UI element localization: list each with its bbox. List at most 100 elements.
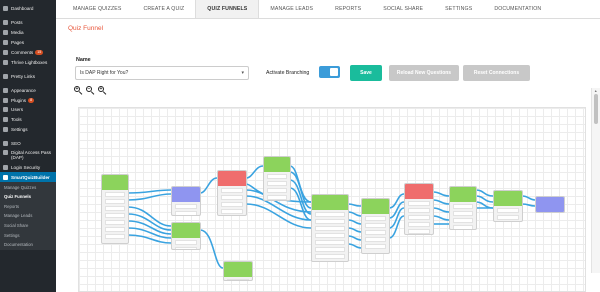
zoom-reset-icon[interactable]: + bbox=[97, 85, 107, 96]
connector bbox=[475, 195, 494, 203]
tab-quiz-funnels[interactable]: QUIZ FUNNELS bbox=[195, 0, 260, 18]
answer-option bbox=[221, 188, 243, 193]
question-node[interactable] bbox=[263, 156, 291, 201]
submenu-manage-leads[interactable]: Manage Leads bbox=[0, 211, 56, 221]
question-node[interactable] bbox=[493, 190, 523, 222]
sidebar-item-users[interactable]: Users bbox=[0, 105, 56, 115]
toggle-knob bbox=[330, 68, 338, 76]
tab-create-a-quiz[interactable]: CREATE A QUIZ bbox=[133, 0, 196, 18]
tab-social-share[interactable]: SOCIAL SHARE bbox=[372, 0, 434, 18]
zoom-out-icon[interactable]: − bbox=[85, 85, 95, 96]
sidebar-item-settings[interactable]: Settings bbox=[0, 125, 56, 135]
sidebar-item-label: Comments bbox=[11, 50, 34, 55]
tab-documentation[interactable]: DOCUMENTATION bbox=[483, 0, 552, 18]
answer-option bbox=[267, 188, 287, 193]
sidebar-item-posts[interactable]: Posts bbox=[0, 18, 56, 28]
sidebar-item-label: Thrive Lightboxes bbox=[11, 59, 48, 65]
connector bbox=[475, 201, 494, 209]
sidebar-item-label: Plugins bbox=[11, 97, 27, 103]
submenu-reports[interactable]: Reports bbox=[0, 202, 56, 212]
connector bbox=[347, 243, 362, 249]
answer-option bbox=[175, 204, 197, 209]
sidebar-item-plugins[interactable]: Plugins 8 bbox=[0, 95, 56, 105]
submenu-settings[interactable]: Settings bbox=[0, 230, 56, 240]
answer-option bbox=[105, 206, 125, 211]
submenu-manage-quizzes[interactable]: Manage Quizzes bbox=[0, 182, 56, 192]
answer-option bbox=[497, 215, 519, 220]
answer-option bbox=[453, 218, 473, 223]
tab-manage-quizzes[interactable]: MANAGE QUIZZES bbox=[62, 0, 133, 18]
node-header bbox=[172, 223, 200, 238]
answer-option bbox=[105, 213, 125, 218]
sidebar-item-dap[interactable]: Digital Access Pass (DAP) bbox=[0, 149, 56, 163]
answer-option bbox=[315, 219, 345, 224]
sidebar-item-smartquizbuilder[interactable]: SmartQuizBuilder bbox=[0, 172, 56, 183]
submenu-documentation[interactable]: Documentation bbox=[0, 240, 56, 250]
seo-icon bbox=[3, 141, 8, 147]
sidebar-item-label: Pretty Links bbox=[11, 73, 35, 79]
sidebar-item-media[interactable]: Media bbox=[0, 28, 56, 38]
question-node[interactable] bbox=[449, 186, 477, 230]
answer-option bbox=[453, 204, 473, 209]
sidebar-item-label: Dashboard bbox=[11, 6, 34, 12]
sidebar-item-label: SEO bbox=[11, 141, 21, 147]
result-node[interactable] bbox=[171, 186, 201, 216]
question-node[interactable] bbox=[223, 261, 253, 281]
tab-reports[interactable]: REPORTS bbox=[324, 0, 372, 18]
question-node[interactable] bbox=[361, 198, 390, 254]
answer-option bbox=[453, 225, 473, 229]
node-header bbox=[224, 262, 252, 277]
end-node[interactable] bbox=[217, 170, 247, 216]
quiz-icon bbox=[3, 174, 8, 180]
node-header bbox=[494, 191, 522, 206]
connector bbox=[199, 177, 218, 194]
tab-manage-leads[interactable]: MANAGE LEADS bbox=[259, 0, 324, 18]
name-label: Name bbox=[76, 57, 91, 63]
plugins-count-badge: 8 bbox=[28, 97, 35, 103]
scroll-up-icon[interactable]: ▲ bbox=[594, 89, 597, 93]
answer-option bbox=[221, 195, 243, 200]
activate-branching-toggle[interactable] bbox=[319, 66, 340, 78]
connector bbox=[347, 203, 362, 207]
save-button[interactable]: Save bbox=[350, 65, 382, 81]
answer-option bbox=[408, 215, 430, 220]
end-node[interactable] bbox=[404, 183, 434, 235]
sidebar-item-pages[interactable]: Pages bbox=[0, 38, 56, 48]
answer-option bbox=[365, 237, 386, 242]
sidebar-item-label: Pages bbox=[11, 40, 25, 46]
submenu-quiz-funnels[interactable]: Quiz Funnels bbox=[0, 192, 56, 202]
sidebar-item-seo[interactable]: SEO bbox=[0, 139, 56, 149]
sidebar-item-pretty-links[interactable]: Pretty Links bbox=[0, 71, 56, 81]
sidebar-item-tools[interactable]: Tools bbox=[0, 115, 56, 125]
question-node[interactable] bbox=[101, 174, 129, 244]
reload-new-questions-button[interactable]: Reload New Questions bbox=[389, 65, 459, 81]
scrollbar-thumb[interactable] bbox=[594, 94, 598, 124]
sidebar-item-thrive-lightboxes[interactable]: Thrive Lightboxes bbox=[0, 57, 56, 67]
question-node[interactable] bbox=[171, 222, 201, 250]
quiz-name-select[interactable]: Is DAP Right for You? ▾ bbox=[75, 66, 249, 80]
connector bbox=[289, 187, 312, 221]
sidebar-submenu: Manage Quizzes Quiz Funnels Reports Mana… bbox=[0, 182, 56, 250]
reset-connections-button[interactable]: Reset Connections bbox=[463, 65, 530, 81]
question-node[interactable] bbox=[311, 194, 349, 262]
connector bbox=[521, 195, 536, 201]
sidebar-item-appearance[interactable]: Appearance bbox=[0, 85, 56, 95]
answer-option bbox=[365, 230, 386, 235]
sidebar-item-login-security[interactable]: Login Security bbox=[0, 163, 56, 173]
connector bbox=[199, 229, 224, 269]
answer-option bbox=[408, 222, 430, 227]
sidebar-item-comments[interactable]: Comments 15 bbox=[0, 48, 56, 58]
funnel-canvas[interactable] bbox=[78, 107, 586, 292]
sidebar-item-dashboard[interactable]: Dashboard bbox=[0, 4, 56, 14]
tab-settings[interactable]: SETTINGS bbox=[434, 0, 483, 18]
submenu-social-share[interactable]: Social Share bbox=[0, 221, 56, 231]
answer-option bbox=[408, 201, 430, 206]
zoom-in-icon[interactable]: + bbox=[73, 85, 83, 96]
result-node[interactable] bbox=[535, 196, 565, 213]
page-scrollbar[interactable]: ▲ bbox=[591, 88, 600, 273]
node-header bbox=[102, 175, 128, 190]
connector bbox=[127, 234, 172, 244]
sidebar-item-label: Media bbox=[11, 30, 24, 36]
sidebar-item-label: Posts bbox=[11, 20, 23, 26]
node-header bbox=[405, 184, 433, 199]
